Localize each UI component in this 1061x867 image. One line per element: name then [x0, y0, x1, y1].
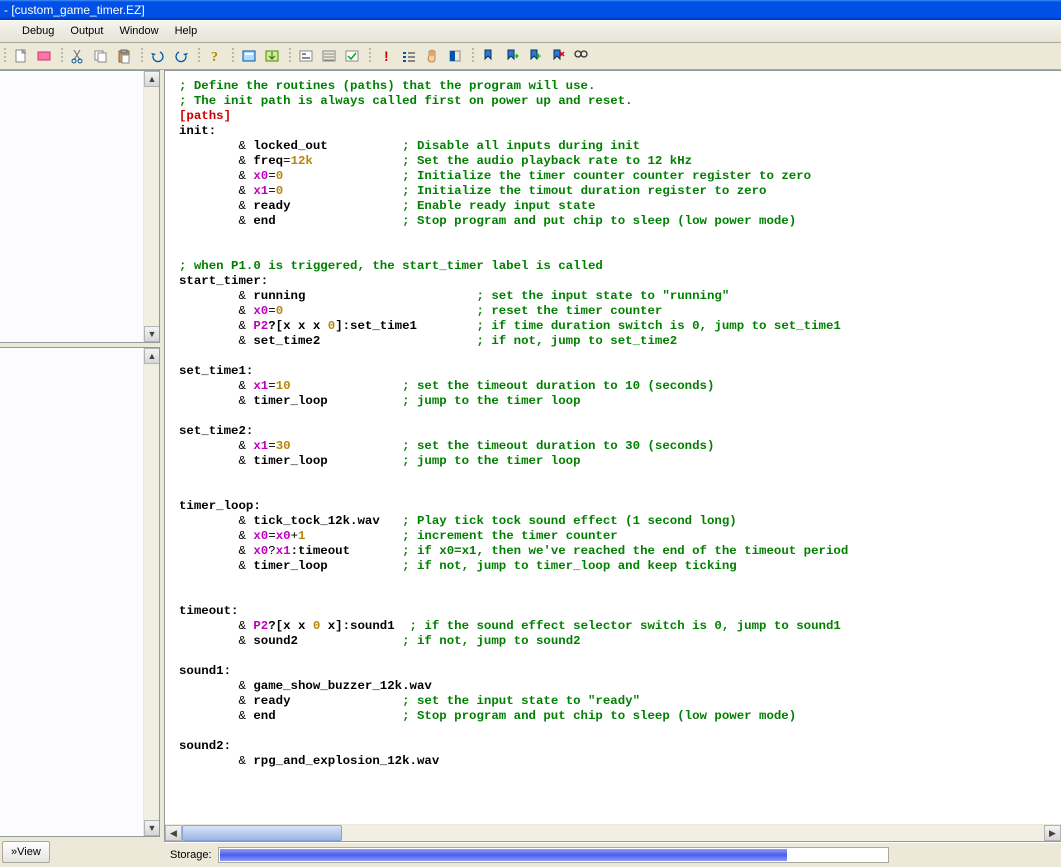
tool-box3-icon[interactable] [340, 45, 363, 67]
menu-debug[interactable]: Debug [14, 21, 62, 42]
toolbar-grip-icon[interactable] [196, 45, 202, 67]
tool-box1-icon[interactable] [294, 45, 317, 67]
left-footer: »View [0, 837, 160, 867]
project-tree[interactable]: ▲ ▼ [0, 70, 160, 343]
app-window: - [custom_game_timer.EZ] Debug Output Wi… [0, 0, 1061, 867]
help-icon[interactable]: ? [203, 45, 226, 67]
scroll-down-icon[interactable]: ▼ [144, 326, 160, 342]
scroll-track[interactable] [144, 364, 159, 820]
scroll-thumb[interactable] [182, 825, 342, 841]
toolbar-grip-icon[interactable] [2, 45, 8, 67]
toolbar: ? ! [0, 43, 1061, 70]
hand-icon[interactable] [420, 45, 443, 67]
scroll-track[interactable] [144, 87, 159, 326]
step-icon[interactable] [397, 45, 420, 67]
menubar: Debug Output Window Help [0, 20, 1061, 43]
toolbar-grip-icon[interactable] [287, 45, 293, 67]
download-icon[interactable] [260, 45, 283, 67]
new-file-icon[interactable] [9, 45, 32, 67]
toolbar-grip-icon[interactable] [139, 45, 145, 67]
menu-output[interactable]: Output [62, 21, 111, 42]
copy-icon[interactable] [89, 45, 112, 67]
editor-panel: ; Define the routines (paths) that the p… [164, 70, 1061, 867]
toolbar-grip-icon[interactable] [367, 45, 373, 67]
find-icon[interactable] [569, 45, 592, 67]
pink-icon[interactable] [32, 45, 55, 67]
bookmark-prev-icon[interactable] [523, 45, 546, 67]
code-editor[interactable]: ; Define the routines (paths) that the p… [165, 71, 1061, 824]
symbol-tree[interactable]: ▲ ▼ [0, 347, 160, 837]
svg-text:!: ! [384, 48, 389, 64]
cut-icon[interactable] [66, 45, 89, 67]
scroll-up-icon[interactable]: ▲ [144, 348, 160, 364]
scroll-down-icon[interactable]: ▼ [144, 820, 160, 836]
bookmark-clear-icon[interactable] [546, 45, 569, 67]
storage-progress-fill [220, 849, 787, 861]
toolbar-grip-icon[interactable] [59, 45, 65, 67]
horizontal-scrollbar[interactable]: ◀ ▶ [165, 824, 1061, 841]
vertical-scrollbar[interactable]: ▲ ▼ [143, 348, 159, 836]
svg-text:?: ? [211, 50, 218, 64]
vertical-scrollbar[interactable]: ▲ ▼ [143, 71, 159, 342]
scroll-up-icon[interactable]: ▲ [144, 71, 160, 87]
window-title: - [custom_game_timer.EZ] [4, 3, 145, 17]
bookmark-toggle-icon[interactable] [477, 45, 500, 67]
undo-icon[interactable] [146, 45, 169, 67]
tool-box2-icon[interactable] [317, 45, 340, 67]
storage-label: Storage: [170, 849, 212, 861]
titlebar: - [custom_game_timer.EZ] [0, 0, 1061, 20]
bookmark-next-icon[interactable] [500, 45, 523, 67]
view-button[interactable]: »View [2, 841, 50, 863]
statusbar: Storage: [164, 842, 1061, 867]
scroll-track[interactable] [182, 825, 1044, 841]
paste-icon[interactable] [112, 45, 135, 67]
scroll-left-icon[interactable]: ◀ [165, 825, 182, 841]
menu-help[interactable]: Help [167, 21, 206, 42]
breakpoint-icon[interactable]: ! [374, 45, 397, 67]
toolbar-grip-icon[interactable] [230, 45, 236, 67]
main-area: ▲ ▼ ▲ ▼ »View ; Define the routine [0, 70, 1061, 867]
left-panel: ▲ ▼ ▲ ▼ »View [0, 70, 160, 867]
storage-progress [218, 847, 889, 863]
redo-icon[interactable] [169, 45, 192, 67]
editor-wrap: ; Define the routines (paths) that the p… [164, 70, 1061, 842]
toolbar-grip-icon[interactable] [470, 45, 476, 67]
compile-icon[interactable] [237, 45, 260, 67]
menu-window[interactable]: Window [111, 21, 166, 42]
toggle-icon[interactable] [443, 45, 466, 67]
scroll-right-icon[interactable]: ▶ [1044, 825, 1061, 841]
